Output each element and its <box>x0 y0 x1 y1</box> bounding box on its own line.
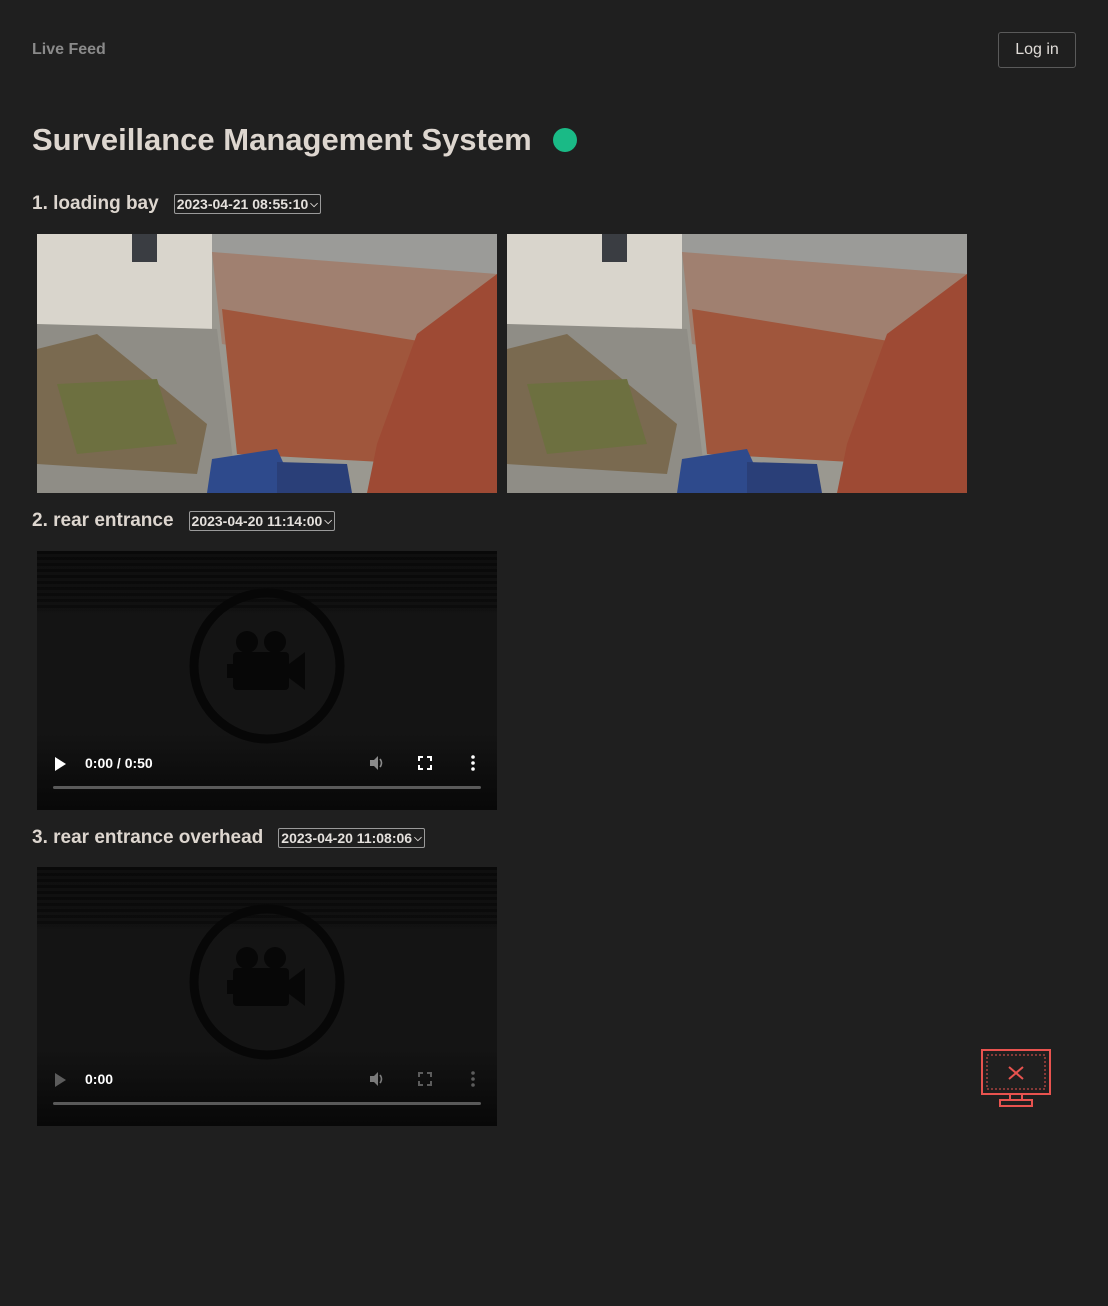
video-progress-bar[interactable] <box>53 786 481 789</box>
snapshot-image <box>37 234 497 493</box>
top-nav: Live Feed Log in <box>0 0 1108 100</box>
fullscreen-icon[interactable] <box>415 1069 435 1089</box>
login-button[interactable]: Log in <box>998 32 1076 68</box>
snapshot-image <box>507 234 967 493</box>
camera-header-loading-bay: 1. loading bay 2023-04-21 08:55:10 ⌵ <box>32 193 321 215</box>
camera-snapshot-2[interactable] <box>507 234 967 493</box>
page-title-text: Surveillance Management System <box>32 122 532 157</box>
camera-header-rear-entrance: 2. rear entrance 2023-04-20 11:14:00 ⌵ <box>32 510 335 532</box>
video-player-rear-entrance[interactable]: 0:00 / 0:50 <box>37 551 497 810</box>
video-time: 0:00 <box>85 1071 114 1087</box>
screen-disconnected-icon[interactable] <box>980 1048 1052 1110</box>
chevron-down-icon: ⌵ <box>324 515 332 527</box>
timestamp-select-value: 2023-04-21 08:55:10 <box>176 196 309 212</box>
video-time: 0:00 / 0:50 <box>85 755 153 771</box>
camera-snapshot-1[interactable] <box>37 234 497 493</box>
camera-header-rear-entrance-overhead: 3. rear entrance overhead 2023-04-20 11:… <box>32 827 425 849</box>
volume-icon[interactable] <box>367 1069 387 1089</box>
chevron-down-icon: ⌵ <box>310 198 318 210</box>
video-progress-bar[interactable] <box>53 1102 481 1105</box>
video-controls: 0:00 / 0:50 <box>37 753 497 775</box>
play-icon[interactable] <box>55 757 66 771</box>
camera-label: 3. rear entrance overhead <box>32 827 264 848</box>
timestamp-select[interactable]: 2023-04-21 08:55:10 ⌵ <box>173 194 321 214</box>
more-vert-icon[interactable] <box>463 1069 483 1089</box>
timestamp-select[interactable]: 2023-04-20 11:08:06 ⌵ <box>278 828 425 848</box>
page-title: Surveillance Management System <box>32 122 577 158</box>
more-vert-icon[interactable] <box>463 753 483 773</box>
volume-icon[interactable] <box>367 753 387 773</box>
timestamp-select[interactable]: 2023-04-20 11:14:00 ⌵ <box>188 511 335 531</box>
status-indicator-icon <box>552 128 577 152</box>
play-icon[interactable] <box>55 1073 66 1087</box>
camera-label: 1. loading bay <box>32 193 159 214</box>
chevron-down-icon: ⌵ <box>414 832 422 844</box>
fullscreen-icon[interactable] <box>415 753 435 773</box>
camera-label: 2. rear entrance <box>32 510 174 531</box>
video-controls: 0:00 <box>37 1069 497 1091</box>
video-camera-icon <box>189 904 345 1060</box>
video-player-rear-entrance-overhead[interactable]: 0:00 <box>37 867 497 1126</box>
video-camera-icon <box>189 588 345 744</box>
timestamp-select-value: 2023-04-20 11:08:06 <box>281 830 413 846</box>
timestamp-select-value: 2023-04-20 11:14:00 <box>191 513 323 529</box>
nav-brand-live-feed[interactable]: Live Feed <box>32 41 106 59</box>
